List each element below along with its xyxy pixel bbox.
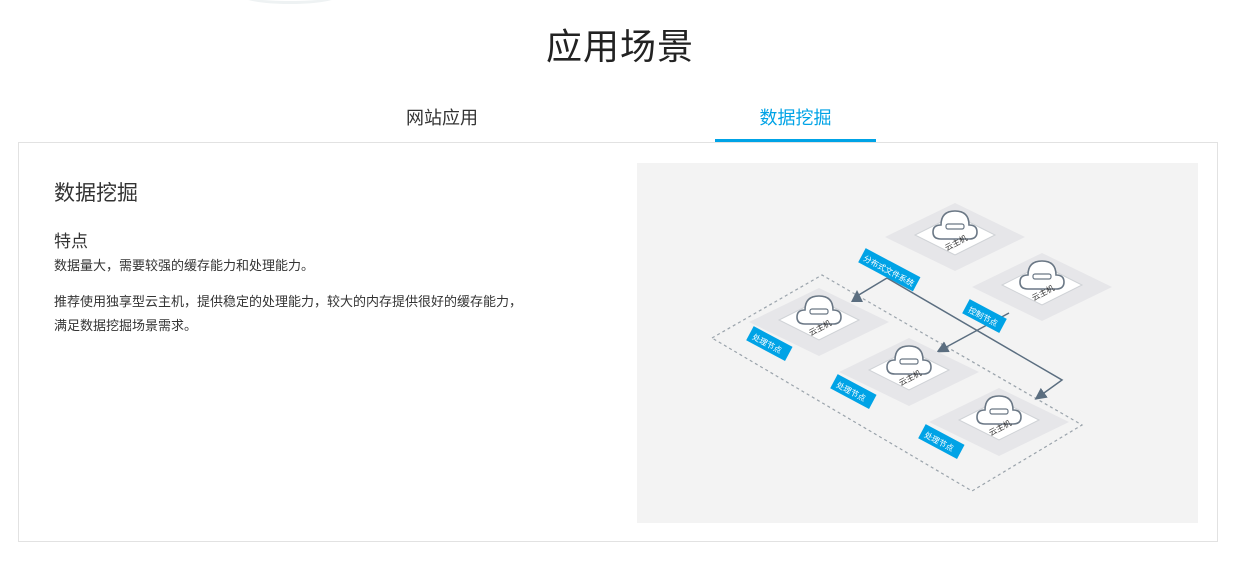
node-dfs: 云主机 xyxy=(884,202,1026,272)
arrow-dfs-to-left xyxy=(851,277,888,302)
feature-description: 数据量大，需要较强的缓存能力和处理能力。 xyxy=(54,259,315,274)
architecture-svg: 云主机 分布式文件系统 云主机 控制节点 云主机 处理节点 云主机 处理节点 云… xyxy=(710,202,1113,492)
scenario-text: 数据挖掘 特点 数据量大，需要较强的缓存能力和处理能力。 推荐使用独享型云主机，… xyxy=(54,177,534,339)
recommendation-text: 推荐使用独享型云主机，提供稳定的处理能力，较大的内存提供很好的缓存能力，满足数据… xyxy=(54,295,523,334)
decorative-arc xyxy=(240,0,340,4)
section-title: 应用场景 xyxy=(545,27,694,68)
tab-data-mining[interactable]: 数据挖掘 xyxy=(715,98,876,142)
scenario-tabs: 网站应用 数据挖掘 xyxy=(0,98,1240,142)
architecture-diagram: 云主机 分布式文件系统 云主机 控制节点 云主机 处理节点 云主机 处理节点 云… xyxy=(637,163,1198,523)
scenario-panel: 数据挖掘 特点 数据量大，需要较强的缓存能力和处理能力。 推荐使用独享型云主机，… xyxy=(18,142,1218,542)
node-control: 云主机 xyxy=(971,252,1113,322)
panel-title: 数据挖掘 xyxy=(54,181,138,205)
feature-heading: 特点 xyxy=(54,232,88,252)
tab-website[interactable]: 网站应用 xyxy=(362,98,522,142)
